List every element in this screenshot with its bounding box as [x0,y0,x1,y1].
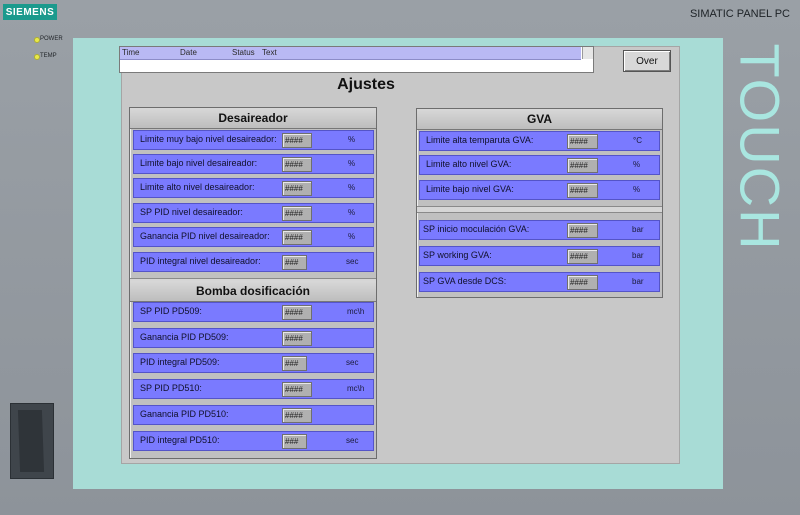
row-gva-temperatura: Limite alta temparuta GVA: #### °C [419,131,660,151]
unit-label: % [348,208,356,217]
media-slot [10,403,54,479]
value-field[interactable]: #### [567,249,598,264]
value-field[interactable]: #### [282,206,312,221]
row-label: SP PID nivel desaireador: [140,207,243,217]
value-field[interactable]: ### [282,255,307,270]
gva-header: GVA [417,109,662,130]
value-field[interactable]: #### [282,382,312,397]
row-integral-pd509: PID integral PD509: ### sec [133,353,374,373]
row-label: Ganancia PID PD509: [140,332,229,342]
value-field[interactable]: #### [567,223,598,238]
row-label: SP GVA desde DCS: [423,276,507,286]
row-label: Limite alto nivel GVA: [426,159,512,169]
row-label: SP PID PD509: [140,306,202,316]
row-gva-alto-nivel: Limite alto nivel GVA: #### % [419,155,660,175]
row-sp-pid: SP PID nivel desaireador: #### % [133,203,374,223]
row-sp-pid-pd510: SP PID PD510: #### mc\h [133,379,374,399]
value-field[interactable]: #### [567,158,598,173]
value-field[interactable]: #### [567,134,598,149]
alarm-scrollbar[interactable] [582,47,593,59]
unit-label: sec [346,436,359,445]
value-field[interactable]: #### [282,305,312,320]
row-gva-sp-inicio: SP inicio moculación GVA: #### bar [419,220,660,240]
row-label: SP working GVA: [423,250,492,260]
bomba-header: Bomba dosificación [130,281,376,302]
row-limite-muy-bajo: Limite muy bajo nivel desaireador: #### … [133,130,374,150]
alarm-col-date: Date [180,48,197,57]
unit-label: % [633,185,641,194]
desaireador-header: Desaireador [130,108,376,129]
alarm-col-time: Time [122,48,140,57]
row-label: Limite alta temparuta GVA: [426,135,534,145]
power-led-label: POWER [40,36,63,42]
row-ganancia-pd510: Ganancia PID PD510: #### [133,405,374,425]
value-field[interactable]: #### [567,275,598,290]
alarm-col-text: Text [262,48,277,57]
row-label: PID integral PD510: [140,435,220,445]
row-label: PID integral nivel desaireador: [140,256,261,266]
unit-label: mc\h [347,384,365,393]
unit-label: bar [632,225,644,234]
unit-label: % [348,183,356,192]
siemens-logo: SIEMENS [3,4,57,20]
row-label: Ganancia PID nivel desaireador: [140,231,270,241]
value-field[interactable]: #### [282,408,312,423]
value-field[interactable]: #### [282,181,312,196]
alarm-header: Time Date Status Text [120,47,581,60]
row-gva-sp-working: SP working GVA: #### bar [419,246,660,266]
over-button[interactable]: Over [623,50,671,72]
row-pid-integral: PID integral nivel desaireador: ### sec [133,252,374,272]
value-field[interactable]: ### [282,356,307,371]
temp-led-label: TEMP [40,53,57,59]
row-sp-pid-pd509: SP PID PD509: #### mc\h [133,302,374,322]
unit-label: sec [346,358,359,367]
row-label: Limite muy bajo nivel desaireador: [140,134,277,144]
row-label: Ganancia PID PD510: [140,409,229,419]
page-title: Ajustes [337,76,395,93]
row-ganancia-pd509: Ganancia PID PD509: #### [133,328,374,348]
unit-label: bar [632,277,644,286]
unit-label: bar [632,251,644,260]
alarm-view[interactable]: Time Date Status Text [119,46,594,73]
row-limite-bajo: Limite bajo nivel desaireador: #### % [133,154,374,174]
touch-label: TOUCH [729,42,793,252]
row-gva-sp-dcs: SP GVA desde DCS: #### bar [419,272,660,292]
section-divider [417,206,662,213]
row-label: SP inicio moculación GVA: [423,224,530,234]
unit-label: % [348,232,356,241]
row-gva-bajo-nivel: Limite bajo nivel GVA: #### % [419,180,660,200]
alarm-col-status: Status [232,48,255,57]
unit-label: mc\h [347,307,365,316]
value-field[interactable]: #### [282,133,312,148]
row-limite-alto: Limite alto nivel desaireador: #### % [133,178,374,198]
row-integral-pd510: PID integral PD510: ### sec [133,431,374,451]
row-label: Limite bajo nivel GVA: [426,184,514,194]
value-field[interactable]: ### [282,434,307,449]
row-label: PID integral PD509: [140,357,220,367]
row-ganancia-pid: Ganancia PID nivel desaireador: #### % [133,227,374,247]
row-label: SP PID PD510: [140,383,202,393]
unit-label: % [348,135,356,144]
row-label: Limite bajo nivel desaireador: [140,158,258,168]
unit-label: % [633,160,641,169]
brand-label: SIMATIC PANEL PC [689,8,790,20]
unit-label: % [348,159,356,168]
row-label: Limite alto nivel desaireador: [140,182,255,192]
unit-label: °C [633,136,642,145]
unit-label: sec [346,257,359,266]
value-field[interactable]: #### [282,331,312,346]
value-field[interactable]: #### [567,183,598,198]
value-field[interactable]: #### [282,230,312,245]
value-field[interactable]: #### [282,157,312,172]
